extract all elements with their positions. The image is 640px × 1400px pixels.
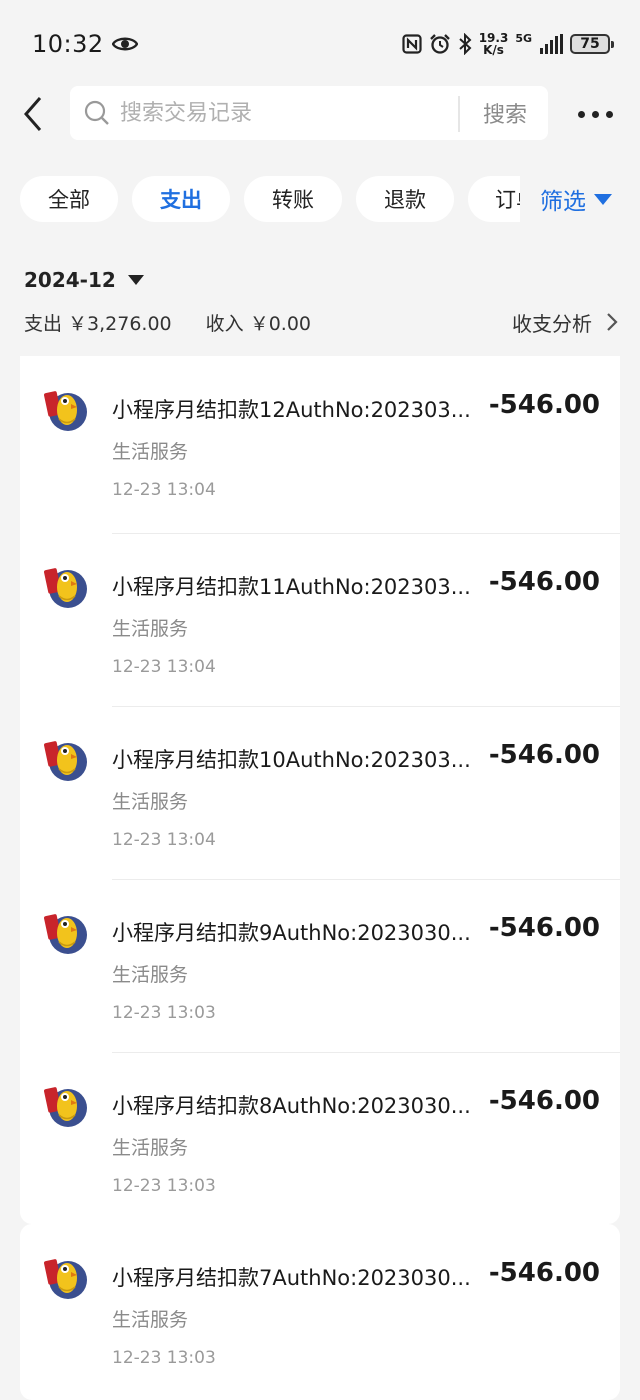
transaction-amount: -546.00 — [488, 567, 600, 597]
transaction-title: 小程序月结扣款12AuthNo:202303... — [112, 398, 471, 422]
transaction-category: 生活服务 — [112, 964, 189, 986]
network-type: 5G — [515, 32, 532, 45]
transaction-time: 12-23 13:04 — [112, 830, 216, 850]
search-icon — [84, 100, 109, 125]
dot-icon — [578, 110, 585, 118]
transaction-time: 12-23 13:03 — [112, 1176, 216, 1196]
status-bar: 10:32 19.3 K/s 5G 75 — [0, 0, 640, 88]
search-button[interactable]: 搜索 — [462, 86, 548, 140]
chip-refund[interactable]: 退款 — [356, 176, 454, 222]
dot-icon — [606, 110, 613, 118]
transaction-category: 生活服务 — [112, 1137, 189, 1159]
chip-transfer[interactable]: 转账 — [244, 176, 342, 222]
transaction-time: 12-23 13:03 — [112, 1348, 216, 1368]
caret-down-icon — [127, 275, 144, 285]
expense-total: 支出 ￥3,276.00 — [24, 312, 172, 335]
transaction-time: 12-23 13:04 — [112, 480, 216, 500]
filter-button[interactable]: 筛选 — [540, 176, 612, 222]
chip-all[interactable]: 全部 — [20, 176, 118, 222]
filter-label: 筛选 — [540, 189, 586, 215]
alarm-icon — [429, 34, 450, 54]
transaction-category: 生活服务 — [112, 791, 189, 813]
transaction-row[interactable]: 小程序月结扣款7AuthNo:2023030... -546.00 生活服务 1… — [20, 1224, 620, 1397]
dot-icon — [592, 110, 599, 118]
transaction-row[interactable]: 小程序月结扣款9AuthNo:2023030... -546.00 生活服务 1… — [20, 879, 620, 1052]
transaction-title: 小程序月结扣款7AuthNo:2023030... — [112, 1266, 471, 1290]
transaction-title: 小程序月结扣款10AuthNo:202303... — [112, 748, 471, 772]
filter-chips-row: 全部 支出 转账 退款 订单 筛选 — [0, 176, 640, 222]
transaction-time: 12-23 13:04 — [112, 657, 216, 677]
search-input[interactable] — [120, 86, 450, 140]
transaction-time: 12-23 13:03 — [112, 1003, 216, 1023]
transaction-row[interactable]: 小程序月结扣款10AuthNo:202303... -546.00 生活服务 1… — [20, 706, 620, 879]
income-total: 收入 ￥0.00 — [205, 312, 312, 335]
transaction-amount: -546.00 — [488, 1258, 600, 1288]
transaction-category: 生活服务 — [112, 1309, 189, 1331]
transaction-amount: -546.00 — [488, 740, 600, 770]
transaction-category: 生活服务 — [112, 618, 189, 640]
month-label: 2024-12 — [24, 268, 116, 292]
transaction-card: 小程序月结扣款7AuthNo:2023030... -546.00 生活服务 1… — [20, 1224, 620, 1400]
transaction-row[interactable]: 小程序月结扣款8AuthNo:2023030... -546.00 生活服务 1… — [20, 1052, 620, 1225]
chevron-right-icon — [607, 313, 618, 331]
merchant-avatar-icon — [44, 741, 87, 781]
transaction-amount: -546.00 — [488, 390, 600, 420]
transaction-amount: -546.00 — [488, 913, 600, 943]
merchant-avatar-icon — [44, 391, 87, 431]
transaction-title: 小程序月结扣款11AuthNo:202303... — [112, 575, 471, 599]
month-selector[interactable]: 2024-12 — [24, 268, 144, 292]
transaction-row[interactable]: 小程序月结扣款11AuthNo:202303... -546.00 生活服务 1… — [20, 533, 620, 706]
status-clock: 10:32 — [32, 30, 104, 58]
transaction-row[interactable]: 小程序月结扣款12AuthNo:202303... -546.00 生活服务 1… — [20, 356, 620, 529]
merchant-avatar-icon — [44, 1087, 87, 1127]
merchant-avatar-icon — [44, 568, 87, 608]
top-bar: 搜索 — [0, 86, 640, 142]
battery-indicator: 75 — [570, 34, 614, 54]
nfc-icon — [402, 34, 422, 54]
analysis-link[interactable]: 收支分析 — [512, 307, 620, 337]
transaction-card: 小程序月结扣款12AuthNo:202303... -546.00 生活服务 1… — [20, 356, 620, 1224]
signal-icon — [540, 34, 563, 54]
merchant-avatar-icon — [44, 914, 87, 954]
row-divider — [112, 706, 620, 707]
eye-icon — [111, 37, 138, 51]
transaction-category: 生活服务 — [112, 441, 189, 463]
caret-down-icon — [594, 193, 612, 205]
transaction-title: 小程序月结扣款8AuthNo:2023030... — [112, 1094, 471, 1118]
search-divider — [458, 96, 460, 132]
analysis-label: 收支分析 — [512, 311, 592, 336]
row-divider — [112, 1052, 620, 1053]
merchant-avatar-icon — [44, 1259, 87, 1299]
summary-row: 支出 ￥3,276.00 收入 ￥0.00 收支分析 — [24, 307, 620, 337]
chip-expense[interactable]: 支出 — [132, 176, 230, 222]
bluetooth-icon — [459, 33, 472, 55]
row-divider — [112, 879, 620, 880]
back-arrow-icon[interactable] — [20, 96, 50, 132]
status-left: 10:32 — [32, 30, 138, 58]
search-box: 搜索 — [70, 86, 548, 140]
transaction-title: 小程序月结扣款9AuthNo:2023030... — [112, 921, 471, 945]
row-divider — [112, 533, 620, 534]
transaction-amount: -546.00 — [488, 1086, 600, 1116]
status-right: 19.3 K/s 5G 75 — [402, 31, 614, 57]
more-options-button[interactable] — [578, 104, 620, 124]
network-speed: 19.3 K/s — [478, 31, 509, 57]
